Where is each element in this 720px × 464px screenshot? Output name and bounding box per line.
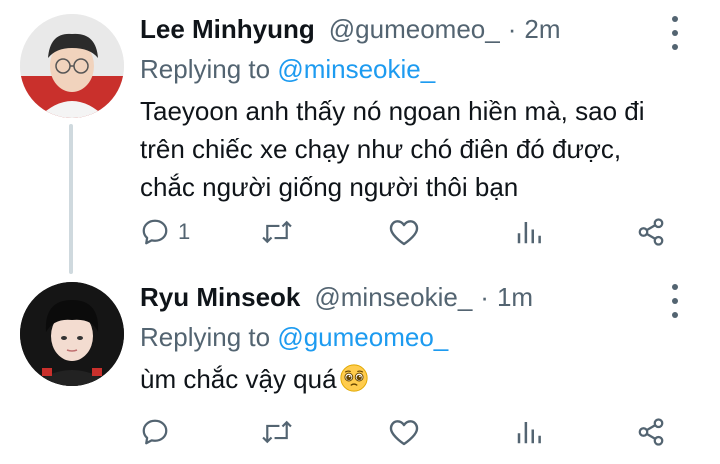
author-name[interactable]: Ryu Minseok xyxy=(140,282,300,313)
share-icon xyxy=(638,418,664,446)
replying-to-handle[interactable]: @gumeomeo_ xyxy=(277,322,448,352)
thread-connector-line xyxy=(69,124,73,274)
reply-count: 1 xyxy=(178,219,191,244)
avatar-image xyxy=(20,282,124,386)
bar-chart-icon xyxy=(517,222,541,244)
reply-button[interactable] xyxy=(140,412,170,452)
replying-to-line: Replying to @minseokie_ xyxy=(140,54,435,85)
bar-chart-icon xyxy=(517,422,541,444)
pleading-face-emoji-icon xyxy=(339,364,368,392)
retweet-icon xyxy=(262,220,292,244)
tweet-header: Lee Minhyung @gumeomeo_ · 2m xyxy=(140,14,561,52)
avatar-image xyxy=(20,14,124,118)
tweet-text-line: Taeyoon anh thấy nó ngoan hiền mà, sao đ… xyxy=(140,96,645,126)
replying-to-label: Replying to xyxy=(140,322,271,352)
views-button[interactable] xyxy=(514,212,544,252)
tweet-text-line: ùm chắc vậy quá xyxy=(140,360,700,398)
tweet-header: Ryu Minseok @minseokie_ · 1m xyxy=(140,282,533,320)
views-button[interactable] xyxy=(514,412,544,452)
share-icon xyxy=(638,218,664,246)
author-handle[interactable]: @minseokie_ xyxy=(314,282,472,313)
tweet-text: Taeyoon anh thấy nó ngoan hiền mà, sao đ… xyxy=(140,92,700,206)
action-bar: 1 xyxy=(140,212,680,252)
avatar[interactable] xyxy=(20,14,124,118)
avatar[interactable] xyxy=(20,282,124,386)
replying-to-handle[interactable]: @minseokie_ xyxy=(277,54,435,84)
share-button[interactable] xyxy=(636,412,666,452)
author-name[interactable]: Lee Minhyung xyxy=(140,14,315,45)
tweet-ryu-minseok[interactable]: Ryu Minseok @minseokie_ · 1m Replying to… xyxy=(0,268,720,464)
tweet-lee-minhyung[interactable]: Lee Minhyung @gumeomeo_ · 2m Replying to… xyxy=(0,0,720,274)
like-button[interactable] xyxy=(388,412,420,452)
like-button[interactable] xyxy=(388,212,420,252)
action-bar xyxy=(140,412,680,452)
replying-to-label: Replying to xyxy=(140,54,271,84)
reply-button[interactable]: 1 xyxy=(140,212,190,252)
separator-dot: · xyxy=(480,282,489,312)
replying-to-line: Replying to @gumeomeo_ xyxy=(140,322,448,353)
timestamp[interactable]: 1m xyxy=(497,282,533,313)
retweet-icon xyxy=(262,420,292,444)
timestamp[interactable]: 2m xyxy=(524,14,560,45)
author-handle[interactable]: @gumeomeo_ xyxy=(329,14,500,45)
heart-icon xyxy=(389,220,419,246)
heart-icon xyxy=(389,420,419,446)
reply-icon xyxy=(142,419,168,445)
tweet-text: ùm chắc vậy quá xyxy=(140,360,700,398)
reply-icon xyxy=(142,219,168,245)
more-options-icon[interactable] xyxy=(660,16,690,50)
retweet-button[interactable] xyxy=(260,412,294,452)
tweet-text-content: ùm chắc vậy quá xyxy=(140,364,337,394)
more-options-icon[interactable] xyxy=(660,284,690,318)
tweet-text-line: chắc người giống người thôi bạn xyxy=(140,172,519,202)
retweet-button[interactable] xyxy=(260,212,294,252)
tweet-text-line: trên chiếc xe chạy như chó điên đó được, xyxy=(140,134,622,164)
share-button[interactable] xyxy=(636,212,666,252)
separator-dot: · xyxy=(507,14,517,44)
